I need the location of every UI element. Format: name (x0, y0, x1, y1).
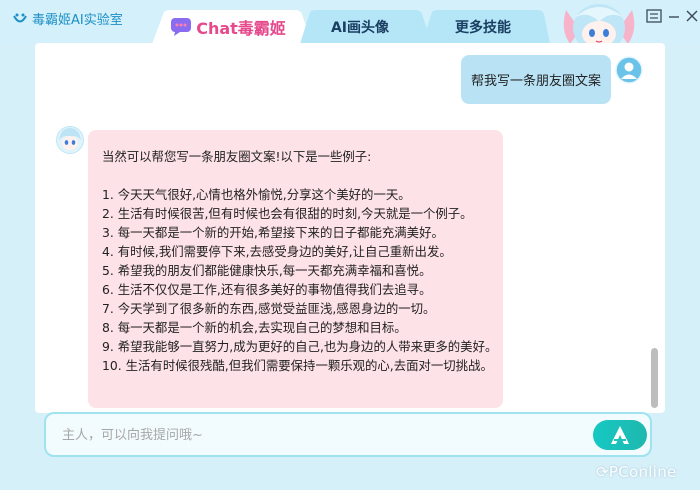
bot-message-line: 9. 希望我能够一直努力,成为更好的自己,也为身边的人带来更多的美好。 (102, 339, 498, 354)
tab-more-skills-label: 更多技能 (455, 19, 511, 36)
bot-message-line: 7. 今天学到了很多新的东西,感觉受益匪浅,感恩身边的一切。 (102, 301, 436, 316)
chat-input-box (44, 412, 652, 457)
bot-message-line: 2. 生活有时候很苦,但有时候也会有很甜的时刻,今天就是一个例子。 (102, 206, 473, 221)
send-icon (611, 426, 629, 444)
bot-message-line: 4. 有时候,我们需要停下来,去感受身边的美好,让自己重新出发。 (102, 244, 452, 259)
tab-chat-label: Chat毒霸姬 (196, 18, 286, 38)
chat-input[interactable] (60, 414, 584, 457)
tab-more-skills[interactable]: 更多技能 (422, 10, 544, 43)
watermark-text: PConline (608, 463, 677, 481)
bot-message-line: 8. 每一天都是一个新的机会,去实现自己的梦想和目标。 (102, 320, 407, 335)
menu-icon[interactable] (646, 9, 662, 23)
watermark-icon: ⟳ (596, 463, 609, 481)
bot-message-line: 3. 每一天都是一个新的开始,希望接下来的日子都能充满美好。 (102, 225, 444, 240)
bot-message-bubble: 当然可以帮您写一条朋友圈文案!以下是一些例子: 1. 今天天气很好,心情也格外愉… (88, 130, 503, 408)
bot-avatar (56, 126, 84, 154)
top-bar: 毒霸姬AI实验室 Chat毒霸姬 AI画头像 更多技能 (0, 0, 700, 48)
user-avatar (615, 56, 643, 84)
watermark: ⟳PConline (596, 463, 677, 481)
bot-message-line: 5. 希望我的朋友们都能健康快乐,每一天都充满幸福和喜悦。 (102, 263, 432, 278)
close-icon[interactable] (684, 9, 700, 23)
app-brand: 毒霸姬AI实验室 (12, 9, 123, 28)
app-logo-icon (13, 13, 27, 22)
chat-scrollbar-thumb[interactable] (651, 348, 658, 408)
mascot-avatar (563, 4, 635, 48)
user-message-bubble: 帮我写一条朋友圈文案 (461, 55, 611, 104)
bot-message-line: 10. 生活有时候很残酷,但我们需要保持一颗乐观的心,去面对一切挑战。 (102, 358, 493, 373)
minimize-icon[interactable] (666, 9, 682, 23)
tab-ai-avatar[interactable]: AI画头像 (300, 10, 420, 43)
bot-message-line: 1. 今天天气很好,心情也格外愉悦,分享这个美好的一天。 (102, 187, 411, 202)
tab-ai-avatar-label: AI画头像 (330, 19, 390, 36)
bot-message-line: 6. 生活不仅仅是工作,还有很多美好的事物值得我们去追寻。 (102, 282, 432, 297)
user-message-text: 帮我写一条朋友圈文案 (470, 74, 601, 89)
bot-message-intro: 当然可以帮您写一条朋友圈文案!以下是一些例子: (102, 149, 372, 164)
send-button[interactable] (593, 420, 647, 450)
app-title: 毒霸姬AI实验室 (32, 13, 123, 28)
tab-chat[interactable]: Chat毒霸姬 (158, 10, 298, 43)
chat-bubble-icon (171, 17, 192, 36)
